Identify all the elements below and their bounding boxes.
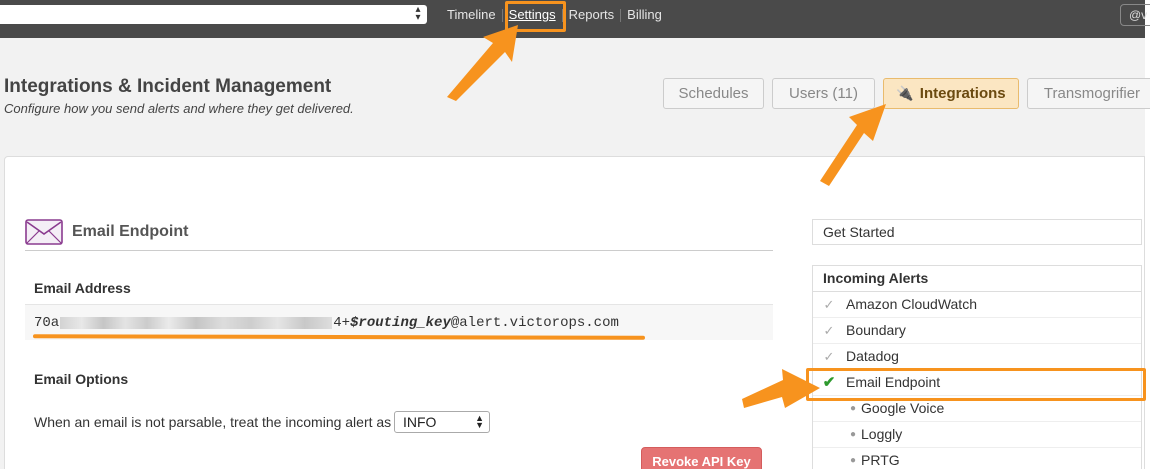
alert-type-value: INFO [403,414,437,430]
list-item-label: PRTG [861,452,900,468]
bullet-icon: ● [849,429,857,440]
list-item-label: Loggly [861,426,903,442]
tab-label: Users (11) [789,85,858,102]
list-item-label: Boundary [846,322,906,338]
tab-label: Transmogrifier [1043,85,1141,102]
alert-type-select[interactable]: INFO ▲ ▼ [394,411,490,433]
check-icon: ✓ [823,349,835,364]
page-subtitle: Configure how you send alerts and where … [4,101,354,116]
email-address-value[interactable]: 70a 4+ $routing_key @alert.victorops.com [34,315,619,331]
tab-schedules[interactable]: Schedules [663,78,764,109]
incoming-alerts-list: Incoming Alerts ✓ Amazon CloudWatch ✓ Bo… [812,265,1142,469]
envelope-icon [25,219,63,245]
parse-option-text: When an email is not parsable, treat the… [34,414,392,430]
tab-label: Integrations [919,85,1006,102]
section-header: Email Endpoint [25,219,773,251]
list-item[interactable]: ✓ Amazon CloudWatch [813,292,1141,318]
section-title: Email Endpoint [72,223,189,240]
email-options-label: Email Options [34,371,129,387]
list-item[interactable]: ● PRTG [813,448,1141,469]
tab-users[interactable]: Users (11) [772,78,875,109]
address-middle: 4+ [333,315,351,331]
bullet-icon: ● [849,455,857,466]
plug-icon: 🔌 [896,85,914,101]
check-icon: ✓ [823,297,835,312]
address-prefix: 70a [34,315,60,331]
list-item[interactable]: ● Loggly [813,422,1141,448]
nav-timeline[interactable]: Timeline [441,6,502,24]
select-arrows-icon: ▲ ▼ [475,413,484,430]
revoke-api-key-button[interactable]: Revoke API Key [641,447,762,469]
list-item[interactable]: ✓ Datadog [813,344,1141,370]
user-menu[interactable]: @v [1120,4,1150,26]
address-domain: @alert.victorops.com [450,315,619,331]
settings-highlight-box [505,1,566,32]
select-arrows-icon: ▴ ▾ [415,4,421,23]
incoming-alerts-title: Incoming Alerts [813,266,1141,292]
page-title: Integrations & Incident Management [4,76,332,97]
routing-key-placeholder: $routing_key [350,315,451,331]
list-item-label: Amazon CloudWatch [846,296,977,312]
nav-billing[interactable]: Billing [621,6,668,24]
list-item-label: Datadog [846,348,899,364]
tab-transmogrifier[interactable]: Transmogrifier [1027,78,1150,109]
list-item[interactable]: ✓ Boundary [813,318,1141,344]
tab-label: Schedules [678,85,749,102]
check-icon: ✓ [823,323,835,338]
top-nav-bar: ▴ ▾ Timeline Settings Reports Billing @v [0,0,1150,38]
redacted-key [60,317,333,329]
get-started-link[interactable]: Get Started [812,219,1142,245]
tab-integrations[interactable]: 🔌 Integrations [883,78,1019,109]
nav-reports[interactable]: Reports [563,6,621,24]
org-select[interactable]: ▴ ▾ [0,5,427,24]
email-endpoint-highlight-box [806,368,1146,401]
email-address-label: Email Address [34,280,131,296]
